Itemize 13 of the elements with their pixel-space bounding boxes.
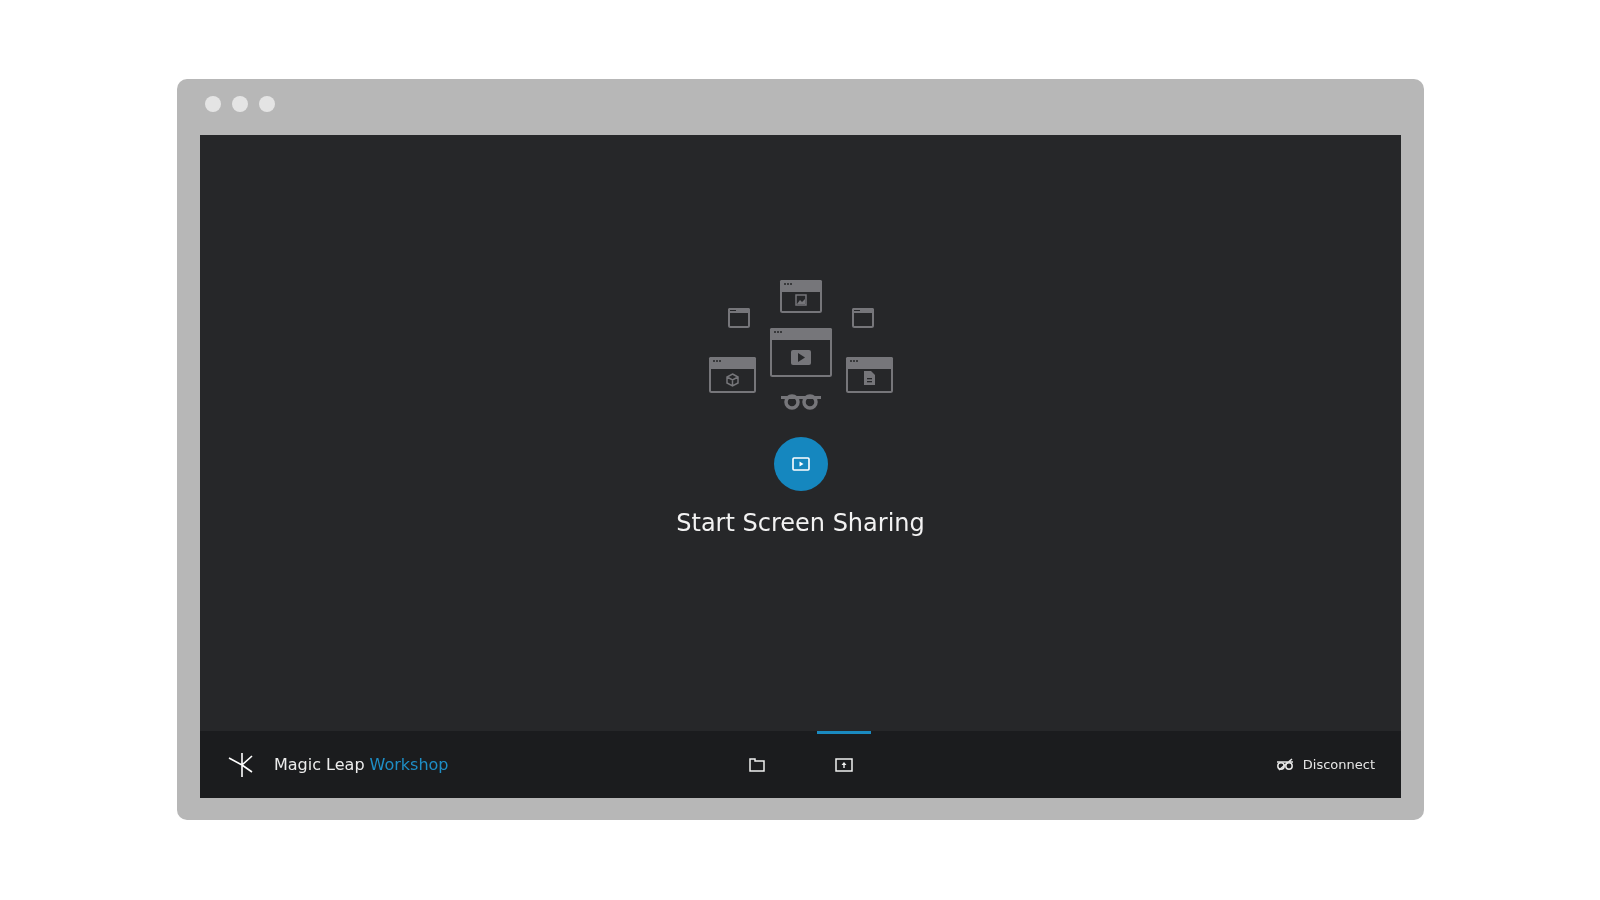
screen-sharing-title: Start Screen Sharing [676, 509, 925, 537]
window-control-dot[interactable] [232, 96, 248, 112]
brand-name: Magic Leap [274, 755, 365, 774]
screen-upload-icon [835, 757, 853, 772]
asterisk-logo-icon [228, 751, 254, 778]
product-name: Workshop [369, 755, 449, 774]
disconnect-button[interactable]: Disconnect [1275, 757, 1375, 772]
crossed-glasses-icon [1275, 758, 1294, 771]
window-control-dot[interactable] [205, 96, 221, 112]
folder-icon [749, 757, 765, 772]
window-control-dot[interactable] [259, 96, 275, 112]
screen-play-icon [791, 457, 810, 471]
start-sharing-button[interactable] [773, 437, 828, 491]
